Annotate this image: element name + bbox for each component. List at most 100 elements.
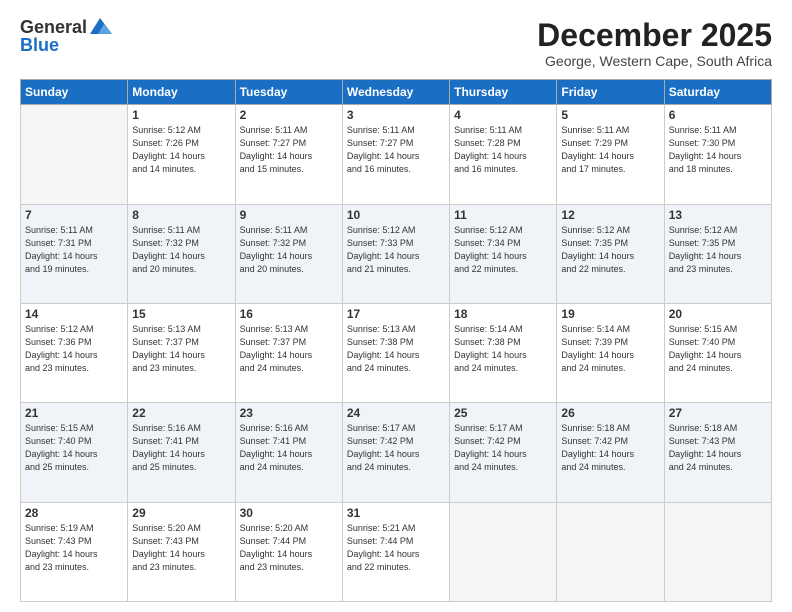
day-number: 26: [561, 406, 659, 420]
calendar-week-row: 1Sunrise: 5:12 AMSunset: 7:26 PMDaylight…: [21, 105, 772, 204]
table-row: 28Sunrise: 5:19 AMSunset: 7:43 PMDayligh…: [21, 502, 128, 601]
cell-info: Sunrise: 5:18 AMSunset: 7:42 PMDaylight:…: [561, 422, 659, 474]
location: George, Western Cape, South Africa: [537, 53, 772, 69]
cell-info: Sunrise: 5:13 AMSunset: 7:37 PMDaylight:…: [240, 323, 338, 375]
table-row: 19 Sunrise: 5:14 AMSunset: 7:39 PMDayligh…: [557, 303, 664, 402]
cell-info: Sunrise: 5:18 AMSunset: 7:43 PMDaylight:…: [669, 422, 767, 474]
cell-info: Sunrise: 5:12 AMSunset: 7:35 PMDaylight:…: [669, 224, 767, 276]
table-row: 4 Sunrise: 5:11 AMSunset: 7:28 PMDaylight…: [450, 105, 557, 204]
day-number: 14: [25, 307, 123, 321]
day-number: 19: [561, 307, 659, 321]
month-title: December 2025: [537, 18, 772, 53]
calendar-week-row: 14 Sunrise: 5:12 AMSunset: 7:36 PMDayligh…: [21, 303, 772, 402]
day-number: 24: [347, 406, 445, 420]
cell-info: Sunrise: 5:11 AMSunset: 7:29 PMDaylight:…: [561, 124, 659, 176]
day-number: 4: [454, 108, 552, 122]
day-number: 5: [561, 108, 659, 122]
day-number: 27: [669, 406, 767, 420]
day-number: 15: [132, 307, 230, 321]
day-number: 13: [669, 208, 767, 222]
cell-info: Sunrise: 5:14 AMSunset: 7:39 PMDaylight:…: [561, 323, 659, 375]
calendar-week-row: 21Sunrise: 5:15 AMSunset: 7:40 PMDayligh…: [21, 403, 772, 502]
page: General Blue December 2025 George, Weste…: [0, 0, 792, 612]
col-tuesday: Tuesday: [235, 80, 342, 105]
table-row: 20 Sunrise: 5:15 AMSunset: 7:40 PMDayligh…: [664, 303, 771, 402]
cell-info: Sunrise: 5:11 AMSunset: 7:30 PMDaylight:…: [669, 124, 767, 176]
col-friday: Friday: [557, 80, 664, 105]
table-row: [450, 502, 557, 601]
table-row: [557, 502, 664, 601]
day-number: 20: [669, 307, 767, 321]
table-row: 12Sunrise: 5:12 AMSunset: 7:35 PMDayligh…: [557, 204, 664, 303]
table-row: 6 Sunrise: 5:11 AMSunset: 7:30 PMDaylight…: [664, 105, 771, 204]
day-number: 3: [347, 108, 445, 122]
table-row: 11 Sunrise: 5:12 AMSunset: 7:34 PMDayligh…: [450, 204, 557, 303]
cell-info: Sunrise: 5:12 AMSunset: 7:36 PMDaylight:…: [25, 323, 123, 375]
day-number: 21: [25, 406, 123, 420]
day-number: 23: [240, 406, 338, 420]
day-number: 25: [454, 406, 552, 420]
table-row: 10 Sunrise: 5:12 AMSunset: 7:33 PMDayligh…: [342, 204, 449, 303]
cell-info: Sunrise: 5:17 AMSunset: 7:42 PMDaylight:…: [454, 422, 552, 474]
cell-info: Sunrise: 5:17 AMSunset: 7:42 PMDaylight:…: [347, 422, 445, 474]
table-row: 14 Sunrise: 5:12 AMSunset: 7:36 PMDayligh…: [21, 303, 128, 402]
logo-general-text: General: [20, 18, 87, 36]
table-row: 21Sunrise: 5:15 AMSunset: 7:40 PMDayligh…: [21, 403, 128, 502]
table-row: 26 Sunrise: 5:18 AMSunset: 7:42 PMDayligh…: [557, 403, 664, 502]
col-wednesday: Wednesday: [342, 80, 449, 105]
table-row: 18Sunrise: 5:14 AMSunset: 7:38 PMDayligh…: [450, 303, 557, 402]
cell-info: Sunrise: 5:21 AMSunset: 7:44 PMDaylight:…: [347, 522, 445, 574]
table-row: 23 Sunrise: 5:16 AMSunset: 7:41 PMDayligh…: [235, 403, 342, 502]
cell-info: Sunrise: 5:11 AMSunset: 7:28 PMDaylight:…: [454, 124, 552, 176]
cell-info: Sunrise: 5:11 AMSunset: 7:32 PMDaylight:…: [240, 224, 338, 276]
cell-info: Sunrise: 5:16 AMSunset: 7:41 PMDaylight:…: [132, 422, 230, 474]
table-row: 3 Sunrise: 5:11 AMSunset: 7:27 PMDaylight…: [342, 105, 449, 204]
cell-info: Sunrise: 5:20 AMSunset: 7:44 PMDaylight:…: [240, 522, 338, 574]
cell-info: Sunrise: 5:11 AMSunset: 7:27 PMDaylight:…: [240, 124, 338, 176]
table-row: 30 Sunrise: 5:20 AMSunset: 7:44 PMDayligh…: [235, 502, 342, 601]
logo-icon: [90, 18, 112, 34]
table-row: 29Sunrise: 5:20 AMSunset: 7:43 PMDayligh…: [128, 502, 235, 601]
logo: General Blue: [20, 18, 112, 54]
table-row: 25 Sunrise: 5:17 AMSunset: 7:42 PMDayligh…: [450, 403, 557, 502]
day-number: 30: [240, 506, 338, 520]
table-row: 24 Sunrise: 5:17 AMSunset: 7:42 PMDayligh…: [342, 403, 449, 502]
day-number: 12: [561, 208, 659, 222]
day-number: 28: [25, 506, 123, 520]
col-monday: Monday: [128, 80, 235, 105]
table-row: 16 Sunrise: 5:13 AMSunset: 7:37 PMDayligh…: [235, 303, 342, 402]
cell-info: Sunrise: 5:16 AMSunset: 7:41 PMDaylight:…: [240, 422, 338, 474]
cell-info: Sunrise: 5:12 AMSunset: 7:26 PMDaylight:…: [132, 124, 230, 176]
cell-info: Sunrise: 5:11 AMSunset: 7:27 PMDaylight:…: [347, 124, 445, 176]
table-row: 17Sunrise: 5:13 AMSunset: 7:38 PMDayligh…: [342, 303, 449, 402]
cell-info: Sunrise: 5:13 AMSunset: 7:38 PMDaylight:…: [347, 323, 445, 375]
table-row: 9 Sunrise: 5:11 AMSunset: 7:32 PMDaylight…: [235, 204, 342, 303]
table-row: 2Sunrise: 5:11 AMSunset: 7:27 PMDaylight…: [235, 105, 342, 204]
title-block: December 2025 George, Western Cape, Sout…: [537, 18, 772, 69]
cell-info: Sunrise: 5:14 AMSunset: 7:38 PMDaylight:…: [454, 323, 552, 375]
table-row: 27 Sunrise: 5:18 AMSunset: 7:43 PMDayligh…: [664, 403, 771, 502]
table-row: [21, 105, 128, 204]
col-saturday: Saturday: [664, 80, 771, 105]
day-number: 6: [669, 108, 767, 122]
col-sunday: Sunday: [21, 80, 128, 105]
cell-info: Sunrise: 5:12 AMSunset: 7:33 PMDaylight:…: [347, 224, 445, 276]
day-number: 16: [240, 307, 338, 321]
day-number: 10: [347, 208, 445, 222]
table-row: 15 Sunrise: 5:13 AMSunset: 7:37 PMDayligh…: [128, 303, 235, 402]
table-row: [664, 502, 771, 601]
cell-info: Sunrise: 5:15 AMSunset: 7:40 PMDaylight:…: [669, 323, 767, 375]
day-number: 22: [132, 406, 230, 420]
cell-info: Sunrise: 5:13 AMSunset: 7:37 PMDaylight:…: [132, 323, 230, 375]
day-number: 31: [347, 506, 445, 520]
day-number: 11: [454, 208, 552, 222]
header: General Blue December 2025 George, Weste…: [20, 18, 772, 69]
table-row: 13 Sunrise: 5:12 AMSunset: 7:35 PMDayligh…: [664, 204, 771, 303]
table-row: 5 Sunrise: 5:11 AMSunset: 7:29 PMDaylight…: [557, 105, 664, 204]
cell-info: Sunrise: 5:11 AMSunset: 7:32 PMDaylight:…: [132, 224, 230, 276]
table-row: 1Sunrise: 5:12 AMSunset: 7:26 PMDaylight…: [128, 105, 235, 204]
calendar-header-row: Sunday Monday Tuesday Wednesday Thursday…: [21, 80, 772, 105]
day-number: 9: [240, 208, 338, 222]
cell-info: Sunrise: 5:20 AMSunset: 7:43 PMDaylight:…: [132, 522, 230, 574]
cell-info: Sunrise: 5:12 AMSunset: 7:34 PMDaylight:…: [454, 224, 552, 276]
